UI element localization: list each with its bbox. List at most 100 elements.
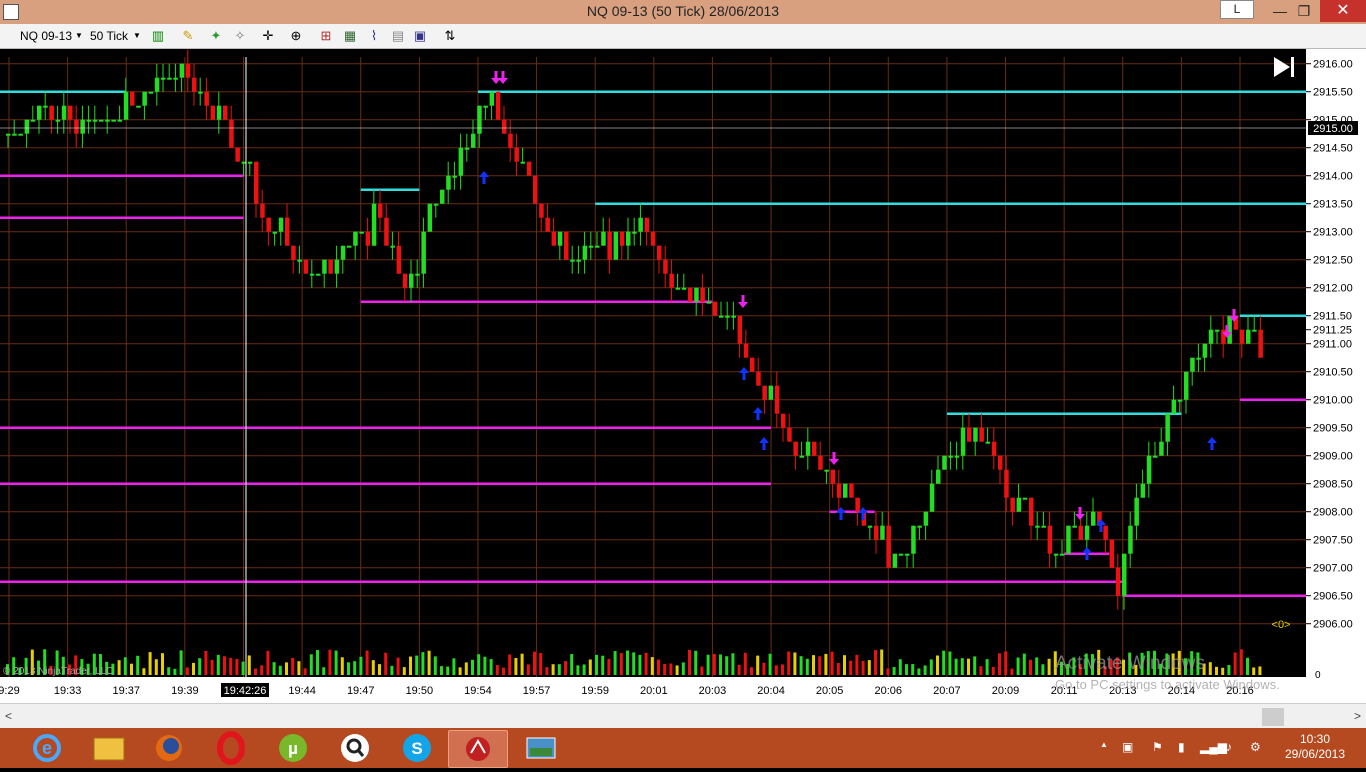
buy-arrow-shaft (1085, 553, 1089, 560)
candle-up (892, 553, 898, 568)
volume-bar (440, 666, 443, 675)
firefox-icon[interactable] (140, 730, 198, 766)
price-label: 2916.00 (1313, 59, 1353, 71)
network-icon[interactable]: ▂▄▆ (1200, 740, 1227, 754)
candle-up (576, 259, 581, 262)
candle-up (30, 119, 36, 122)
scroll-thumb[interactable] (1262, 708, 1284, 726)
volume-icon[interactable]: ♪ (1226, 740, 1232, 754)
candle-up (880, 525, 885, 540)
language-icon[interactable]: ⚙ (1250, 740, 1261, 754)
ninjatrader-icon[interactable] (448, 730, 508, 768)
skype-icon[interactable]: S (388, 730, 446, 766)
volume-bar (216, 654, 220, 675)
horizontal-scrollbar[interactable]: < > (0, 703, 1366, 729)
volume-bar (533, 651, 536, 675)
tray-app-icon[interactable]: ▣ (1122, 740, 1133, 754)
candle-up (247, 161, 253, 164)
close-button[interactable]: ✕ (1320, 0, 1366, 22)
sort-icon[interactable]: ⇅ (442, 28, 458, 44)
volume-bar (849, 660, 853, 675)
properties-icon[interactable]: ▣ (412, 28, 428, 44)
volume-bar (750, 667, 753, 675)
volume-bar (911, 664, 915, 675)
candle-down (1109, 539, 1115, 568)
pencil-icon[interactable]: ✎ (180, 28, 196, 44)
candle-up (167, 77, 172, 80)
candle-up (483, 105, 488, 108)
candle-down (130, 91, 135, 106)
instrument-selector[interactable]: NQ 09-13 (20, 28, 72, 44)
minimize-button[interactable]: — (1268, 0, 1292, 22)
candle-up (582, 245, 588, 260)
volume-bar (967, 658, 970, 675)
crosshair-icon[interactable]: ✛ (260, 28, 276, 44)
scroll-left-button[interactable]: < (5, 709, 12, 723)
candle-up (694, 287, 699, 302)
candle-up (1035, 525, 1040, 528)
data-series-icon[interactable]: ▦ (342, 28, 358, 44)
magnet-icon[interactable]: ✦ (208, 28, 224, 44)
candle-down (787, 427, 792, 442)
price-label: 2912.00 (1313, 283, 1353, 295)
scroll-right-button[interactable]: > (1354, 709, 1361, 723)
maximize-button[interactable]: ❐ (1292, 0, 1316, 22)
candle-up (1091, 511, 1096, 526)
opera-icon[interactable] (202, 730, 260, 766)
volume-bar (892, 667, 896, 675)
volume-bar (402, 667, 406, 675)
volume-bar (464, 662, 468, 675)
eraser-icon[interactable]: ✧ (232, 28, 248, 44)
volume-bar (130, 663, 133, 675)
svg-text:e: e (42, 738, 52, 758)
volume-bar (768, 653, 772, 675)
candle-up (626, 231, 631, 246)
bar-type-icon[interactable]: ⊞ (318, 28, 334, 44)
candle-down (712, 301, 718, 316)
candle-up (799, 455, 805, 458)
volume-bar (737, 664, 741, 675)
candlestick-icon[interactable]: ▥ (150, 28, 166, 44)
search-icon[interactable] (326, 730, 384, 766)
battery-icon[interactable]: ▮ (1178, 740, 1185, 754)
candle-up (1122, 553, 1127, 596)
volume-bar (793, 652, 797, 675)
system-clock[interactable]: 10:30 29/06/2013 (1280, 732, 1350, 762)
candle-up (198, 91, 203, 94)
candle-up (929, 483, 935, 512)
volume-bar (526, 664, 530, 675)
skip-to-end-icon[interactable] (1274, 57, 1294, 77)
time-label: 20:01 (640, 685, 668, 697)
candle-up (1215, 329, 1220, 332)
time-label: 19:39 (171, 685, 199, 697)
volume-bar (774, 665, 778, 675)
candle-up (353, 231, 358, 246)
photo-viewer-icon[interactable] (512, 730, 570, 766)
volume-bar (1035, 657, 1039, 675)
volume-bar (1047, 658, 1051, 675)
interval-dropdown-icon[interactable]: ▼ (133, 28, 141, 44)
ie-icon[interactable]: e (18, 730, 76, 766)
volume-bar (564, 661, 567, 675)
chart-canvas[interactable]: 2916.00 2915.50 2915.00 2914.50 2914.00 2913.… (0, 49, 1366, 703)
time-label: 19:37 (112, 685, 140, 697)
tray-expand-icon[interactable]: ▲ (1100, 740, 1108, 749)
action-center-icon[interactable]: ⚑ (1152, 740, 1163, 754)
volume-bar (1258, 666, 1262, 675)
volume-bar (266, 650, 270, 675)
candle-down (74, 119, 79, 134)
link-button[interactable]: L (1220, 0, 1254, 19)
zoom-icon[interactable]: ⊕ (288, 28, 304, 44)
utorrent-icon[interactable]: µ (264, 730, 322, 766)
price-label: 2908.00 (1313, 507, 1353, 519)
interval-selector[interactable]: 50 Tick (90, 28, 128, 44)
indicator-icon[interactable]: ⌇ (366, 28, 382, 44)
volume-bar (285, 662, 288, 675)
price-chart[interactable]: 2916.00 2915.50 2915.00 2914.50 2914.00 2913.… (0, 49, 1366, 703)
candle-up (843, 483, 848, 498)
strategy-icon[interactable]: ▤ (390, 28, 406, 44)
volume-bar (359, 656, 363, 675)
candle-up (390, 245, 395, 248)
instrument-dropdown-icon[interactable]: ▼ (75, 28, 83, 44)
file-explorer-icon[interactable] (80, 730, 138, 766)
